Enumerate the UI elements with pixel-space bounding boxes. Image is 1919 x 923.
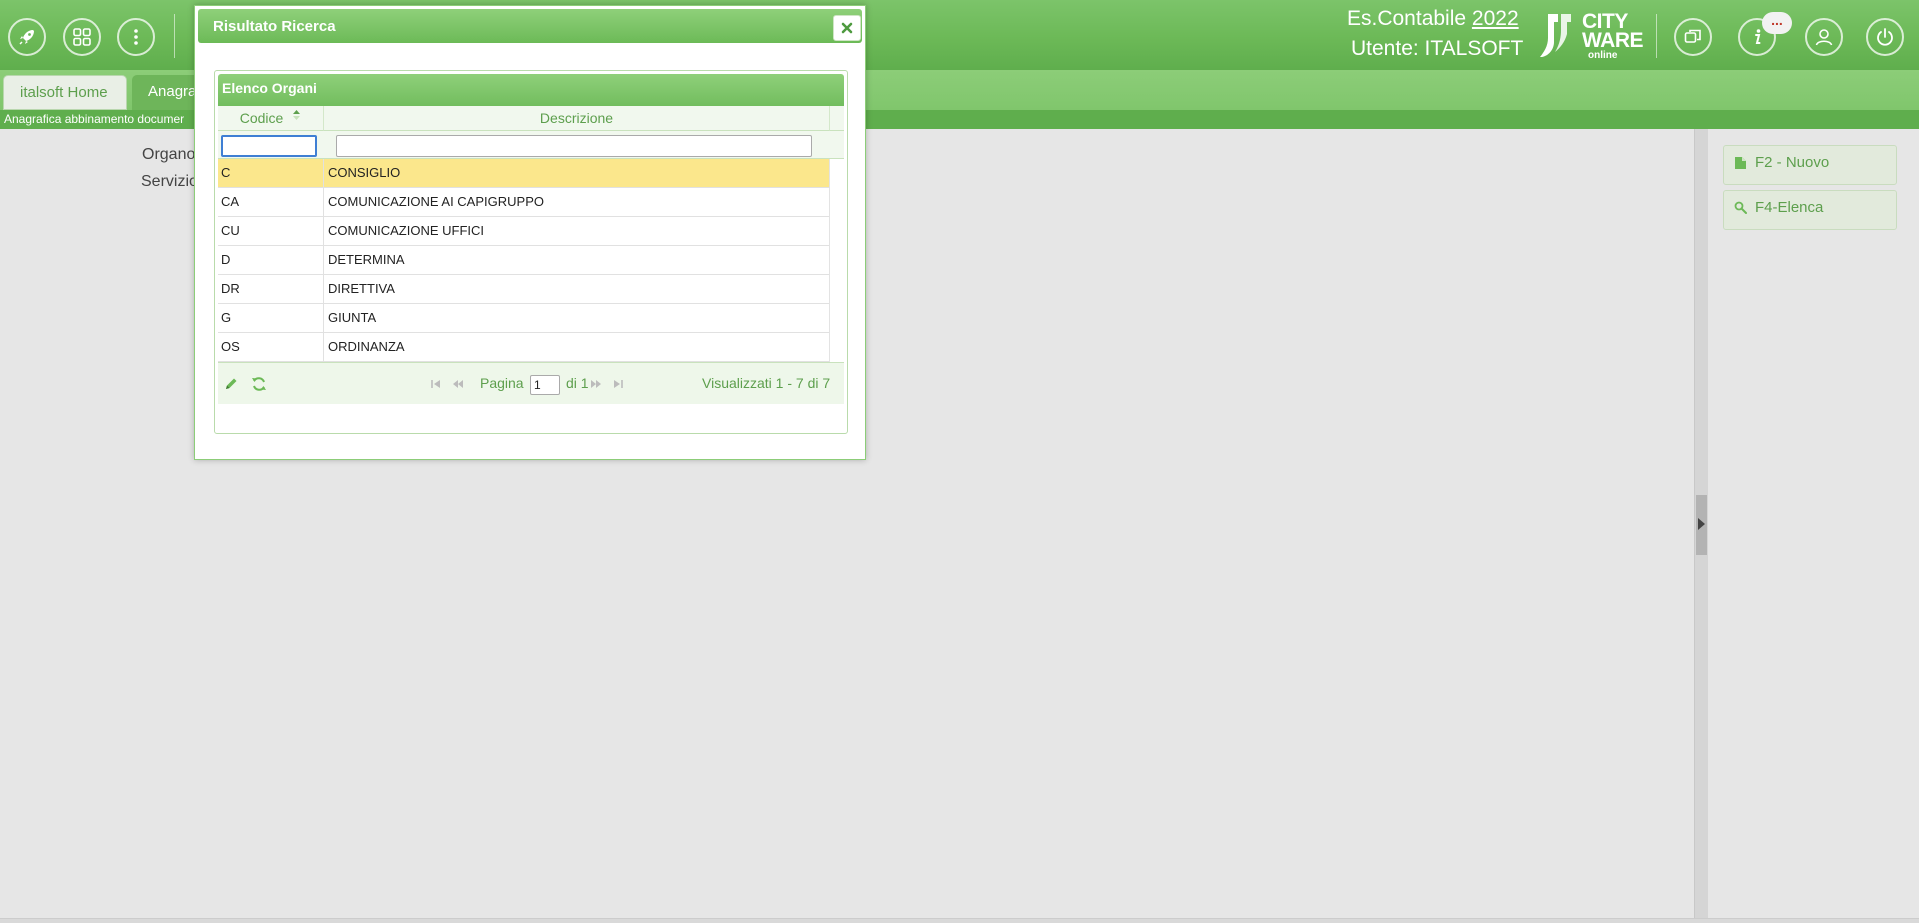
cell-descrizione: DETERMINA: [328, 252, 405, 267]
cell-codice: DR: [218, 275, 324, 303]
cell-descrizione: DIRETTIVA: [328, 281, 395, 296]
cell-descrizione: CONSIGLIO: [328, 165, 401, 180]
power-icon: [1877, 28, 1893, 46]
cell-codice: CU: [218, 217, 324, 245]
windows-icon: [1684, 29, 1701, 43]
user-icon: [1815, 29, 1833, 46]
cityware-logo-icon: [1540, 14, 1571, 57]
last-page-icon[interactable]: [612, 379, 624, 389]
footer-line: [0, 918, 1919, 923]
collapse-arrow-icon[interactable]: [1698, 518, 1705, 530]
grid-pager: Pagina di 1 Visualizzati 1 - 7 di 7: [218, 362, 844, 404]
es-contabile-label: Es.Contabile: [1347, 7, 1467, 30]
logout-button[interactable]: [1866, 18, 1904, 56]
dialog-title: Risultato Ricerca: [213, 18, 336, 35]
rocket-icon: [19, 30, 34, 45]
cell-descrizione: ORDINANZA: [328, 339, 405, 354]
table-row[interactable]: OS ORDINANZA: [218, 333, 829, 362]
actions-panel: F2 - Nuovo F4-Elenca: [1710, 129, 1919, 918]
column-header-codice[interactable]: Codice: [218, 106, 324, 131]
cell-codice: CA: [218, 188, 324, 216]
cityware-logo: CITY WARE online: [1538, 10, 1644, 61]
refresh-icon[interactable]: [251, 376, 267, 392]
table-row[interactable]: DR DIRETTIVA: [218, 275, 829, 304]
grid-title: Elenco Organi: [222, 80, 317, 96]
more-vertical-icon: [134, 29, 138, 45]
table-row[interactable]: D DETERMINA: [218, 246, 829, 275]
previous-page-icon[interactable]: [452, 379, 464, 389]
records-summary: Visualizzati 1 - 7 di 7: [702, 375, 831, 391]
apps-grid-icon: [73, 28, 91, 46]
column-header-descrizione[interactable]: Descrizione: [324, 106, 829, 131]
close-icon: [841, 22, 853, 34]
tab-italsoft-home[interactable]: italsoft Home: [3, 75, 127, 110]
es-contabile: Es.Contabile 2022: [1347, 7, 1519, 31]
rocket-button[interactable]: [8, 18, 46, 56]
filter-descrizione-input[interactable]: [336, 135, 812, 157]
windows-button[interactable]: [1674, 18, 1712, 56]
logo-wordmark: CITY WARE: [1582, 10, 1644, 52]
organi-grid: Elenco Organi Codice Descrizione C CONSI…: [214, 70, 848, 434]
cell-codice: C: [218, 159, 324, 187]
page-number-input[interactable]: [530, 375, 560, 395]
cell-descrizione: COMUNICAZIONE UFFICI: [328, 223, 484, 238]
apps-grid-button[interactable]: [63, 18, 101, 56]
servizio-label: Servizio: [141, 173, 198, 190]
list-button-label: F4-Elenca: [1755, 199, 1824, 216]
first-page-icon[interactable]: [430, 379, 442, 389]
cell-descrizione: GIUNTA: [328, 310, 377, 325]
dialog-titlebar[interactable]: Risultato Ricerca: [198, 9, 862, 43]
document-icon: [1735, 157, 1746, 169]
table-row[interactable]: G GIUNTA: [218, 304, 829, 333]
list-button[interactable]: F4-Elenca: [1723, 190, 1897, 230]
filter-codice-input[interactable]: [221, 135, 317, 157]
header-divider: [174, 14, 175, 58]
next-page-icon[interactable]: [590, 379, 602, 389]
table-row[interactable]: CU COMUNICAZIONE UFFICI: [218, 217, 829, 246]
new-button-label: F2 - Nuovo: [1755, 154, 1830, 171]
cell-codice: OS: [218, 333, 324, 361]
table-row[interactable]: CA COMUNICAZIONE AI CAPIGRUPPO: [218, 188, 829, 217]
cell-codice: D: [218, 246, 324, 274]
column-header-spacer: [829, 106, 844, 131]
new-button[interactable]: F2 - Nuovo: [1723, 145, 1897, 185]
pager-page-label: Pagina: [480, 375, 524, 391]
es-contabile-year[interactable]: 2022: [1472, 7, 1519, 30]
grid-caption: Elenco Organi: [218, 74, 844, 106]
logo-subtitle: online: [1588, 50, 1618, 61]
close-button[interactable]: [833, 15, 861, 41]
breadcrumb-text: Anagrafica abbinamento documer: [4, 112, 185, 126]
notification-badge[interactable]: ...: [1762, 12, 1792, 34]
user-label: Utente: ITALSOFT: [1351, 37, 1524, 60]
pager-total-pages: di 1: [566, 375, 589, 391]
search-result-dialog: Risultato Ricerca Elenco Organi Codice D…: [194, 5, 866, 460]
header-divider: [1656, 14, 1657, 58]
cell-codice: G: [218, 304, 324, 332]
edit-pencil-icon[interactable]: [223, 376, 239, 392]
organo-label: Organo: [142, 146, 196, 163]
column-header-label: Codice: [239, 110, 284, 126]
grid-body: Codice Descrizione C CONSIGLIO CA COMUNI…: [218, 106, 844, 362]
more-menu-button[interactable]: [117, 18, 155, 56]
filter-row: [218, 131, 844, 159]
grid-scroll-gutter: [829, 159, 844, 362]
search-icon: [1734, 201, 1747, 214]
user-profile-button[interactable]: [1805, 18, 1843, 56]
table-row[interactable]: C CONSIGLIO: [218, 159, 829, 188]
sort-ascending-icon: [293, 110, 301, 120]
cell-descrizione: COMUNICAZIONE AI CAPIGRUPPO: [328, 194, 544, 209]
